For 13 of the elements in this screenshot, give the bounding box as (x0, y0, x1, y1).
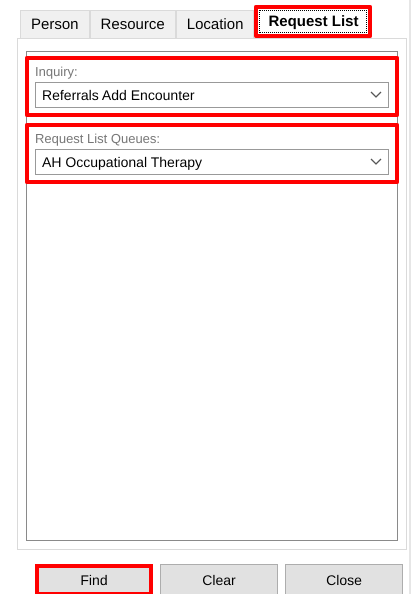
action-button[interactable]: Close (285, 564, 403, 594)
dropdown-field[interactable]: Referrals Add Encounter (35, 82, 389, 108)
action-button[interactable]: Find (35, 564, 153, 594)
tab[interactable]: Request List (254, 5, 372, 38)
tab[interactable]: Resource (90, 10, 176, 38)
chevron-down-icon (370, 91, 382, 99)
chevron-down-icon (370, 158, 382, 166)
tab[interactable]: Location (176, 10, 254, 38)
tab[interactable]: Person (20, 10, 90, 38)
field-label: Request List Queues: (35, 131, 162, 146)
action-button[interactable]: Clear (160, 564, 278, 594)
field-label: Inquiry: (35, 64, 79, 79)
dropdown-field[interactable]: AH Occupational Therapy (35, 149, 389, 175)
